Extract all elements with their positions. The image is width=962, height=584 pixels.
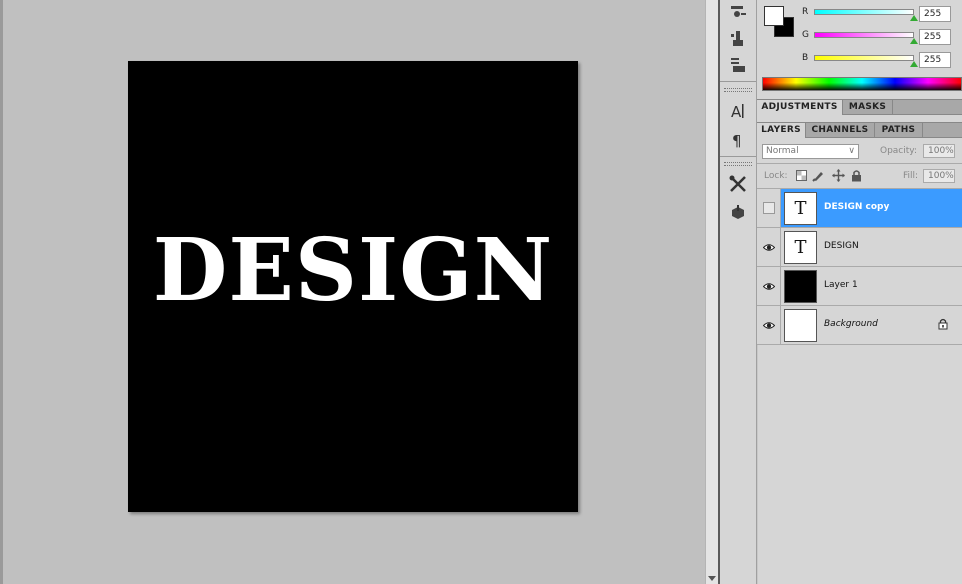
channel-b-slider[interactable] xyxy=(814,55,914,61)
dock-separator xyxy=(720,81,756,82)
lock-label: Lock: xyxy=(764,171,788,181)
opacity-input[interactable]: 100% xyxy=(923,144,955,158)
layer-visibility-toggle[interactable] xyxy=(757,228,781,266)
clone-source-icon[interactable] xyxy=(720,26,756,52)
channel-r-thumb[interactable] xyxy=(910,15,918,21)
scroll-down-arrow-icon[interactable] xyxy=(708,576,716,581)
fill-label: Fill: xyxy=(903,171,919,181)
layer-name: DESIGN copy xyxy=(824,202,890,212)
lock-transparent-pixels-icon[interactable] xyxy=(796,170,807,184)
fill-input[interactable]: 100% xyxy=(923,169,955,183)
channel-g-label: G xyxy=(802,30,809,40)
panel-separator xyxy=(757,163,962,164)
panel-icon-dock: A ¶ xyxy=(718,0,756,584)
svg-text:¶: ¶ xyxy=(732,132,742,150)
tools-icon[interactable] xyxy=(720,171,756,197)
tab-masks[interactable]: MASKS xyxy=(843,100,893,115)
channel-b-thumb[interactable] xyxy=(910,61,918,67)
canvas-text-design: DESIGN xyxy=(152,220,554,321)
chevron-down-icon: ∨ xyxy=(848,146,855,156)
eye-icon xyxy=(762,282,775,290)
layer-thumbnail xyxy=(784,270,817,303)
layer-visibility-toggle[interactable] xyxy=(757,189,781,227)
channel-g-slider[interactable] xyxy=(814,32,914,38)
layer-thumbnail xyxy=(784,309,817,342)
layer-row-background[interactable]: Background xyxy=(757,306,962,345)
canvas-area[interactable]: DESIGN xyxy=(0,0,705,584)
visibility-off-box xyxy=(762,202,775,214)
paragraph-icon[interactable]: ¶ xyxy=(720,127,756,153)
foreground-color-swatch[interactable] xyxy=(764,6,784,26)
color-spectrum-bar[interactable] xyxy=(762,77,962,91)
tab-adjustments[interactable]: ADJUSTMENTS xyxy=(757,100,843,115)
channel-b-value[interactable]: 255 xyxy=(919,52,951,68)
layer-row-design-copy[interactable]: T DESIGN copy xyxy=(757,189,962,228)
layers-tabbar: LAYERS CHANNELS PATHS xyxy=(757,122,962,138)
layer-visibility-toggle[interactable] xyxy=(757,267,781,305)
dock-separator xyxy=(720,156,756,157)
lock-position-icon[interactable] xyxy=(832,169,845,185)
channel-r-slider[interactable] xyxy=(814,9,914,15)
tab-paths[interactable]: PATHS xyxy=(875,123,923,138)
blend-mode-select[interactable]: Normal ∨ xyxy=(762,144,859,159)
adjustments-tabbar: ADJUSTMENTS MASKS xyxy=(757,99,962,115)
channel-g-value[interactable]: 255 xyxy=(919,29,951,45)
layer-visibility-toggle[interactable] xyxy=(757,306,781,344)
layer-name: Layer 1 xyxy=(824,280,858,290)
svg-text:A: A xyxy=(731,103,742,121)
channel-g-thumb[interactable] xyxy=(910,38,918,44)
tab-channels[interactable]: CHANNELS xyxy=(806,123,875,138)
tab-layers[interactable]: LAYERS xyxy=(757,123,806,138)
layer-row-design[interactable]: T DESIGN xyxy=(757,228,962,267)
layer-row-layer-1[interactable]: Layer 1 xyxy=(757,267,962,306)
text-layer-thumbnail-icon: T xyxy=(784,231,817,264)
character-icon[interactable]: A xyxy=(720,98,756,124)
canvas-left-edge xyxy=(0,0,3,584)
3d-icon[interactable] xyxy=(720,199,756,225)
channel-b-label: B xyxy=(802,53,809,63)
panels-column: R 255 G 255 B 255 ADJUSTMENTS MASKS LAYE… xyxy=(756,0,962,584)
dock-grip[interactable] xyxy=(724,162,752,166)
opacity-label: Opacity: xyxy=(880,146,917,156)
eye-icon xyxy=(762,243,775,251)
panel-icon-column: A ¶ xyxy=(720,0,756,584)
layers-list-empty-area xyxy=(757,345,962,584)
tool-presets-icon[interactable] xyxy=(720,52,756,78)
lock-icon xyxy=(938,318,948,333)
vertical-scrollbar[interactable] xyxy=(705,0,718,584)
blend-mode-value: Normal xyxy=(766,146,799,156)
dock-grip[interactable] xyxy=(724,88,752,92)
lock-all-icon[interactable] xyxy=(851,169,862,185)
eye-icon xyxy=(762,321,775,329)
channel-r-label: R xyxy=(802,7,809,17)
document-canvas[interactable]: DESIGN xyxy=(128,61,578,512)
lock-image-pixels-icon[interactable] xyxy=(812,169,825,185)
layer-name: Background xyxy=(824,319,878,329)
channel-r-value[interactable]: 255 xyxy=(919,6,951,22)
text-layer-thumbnail-icon: T xyxy=(784,192,817,225)
layer-name: DESIGN xyxy=(824,241,859,251)
brush-presets-icon[interactable] xyxy=(720,0,756,26)
